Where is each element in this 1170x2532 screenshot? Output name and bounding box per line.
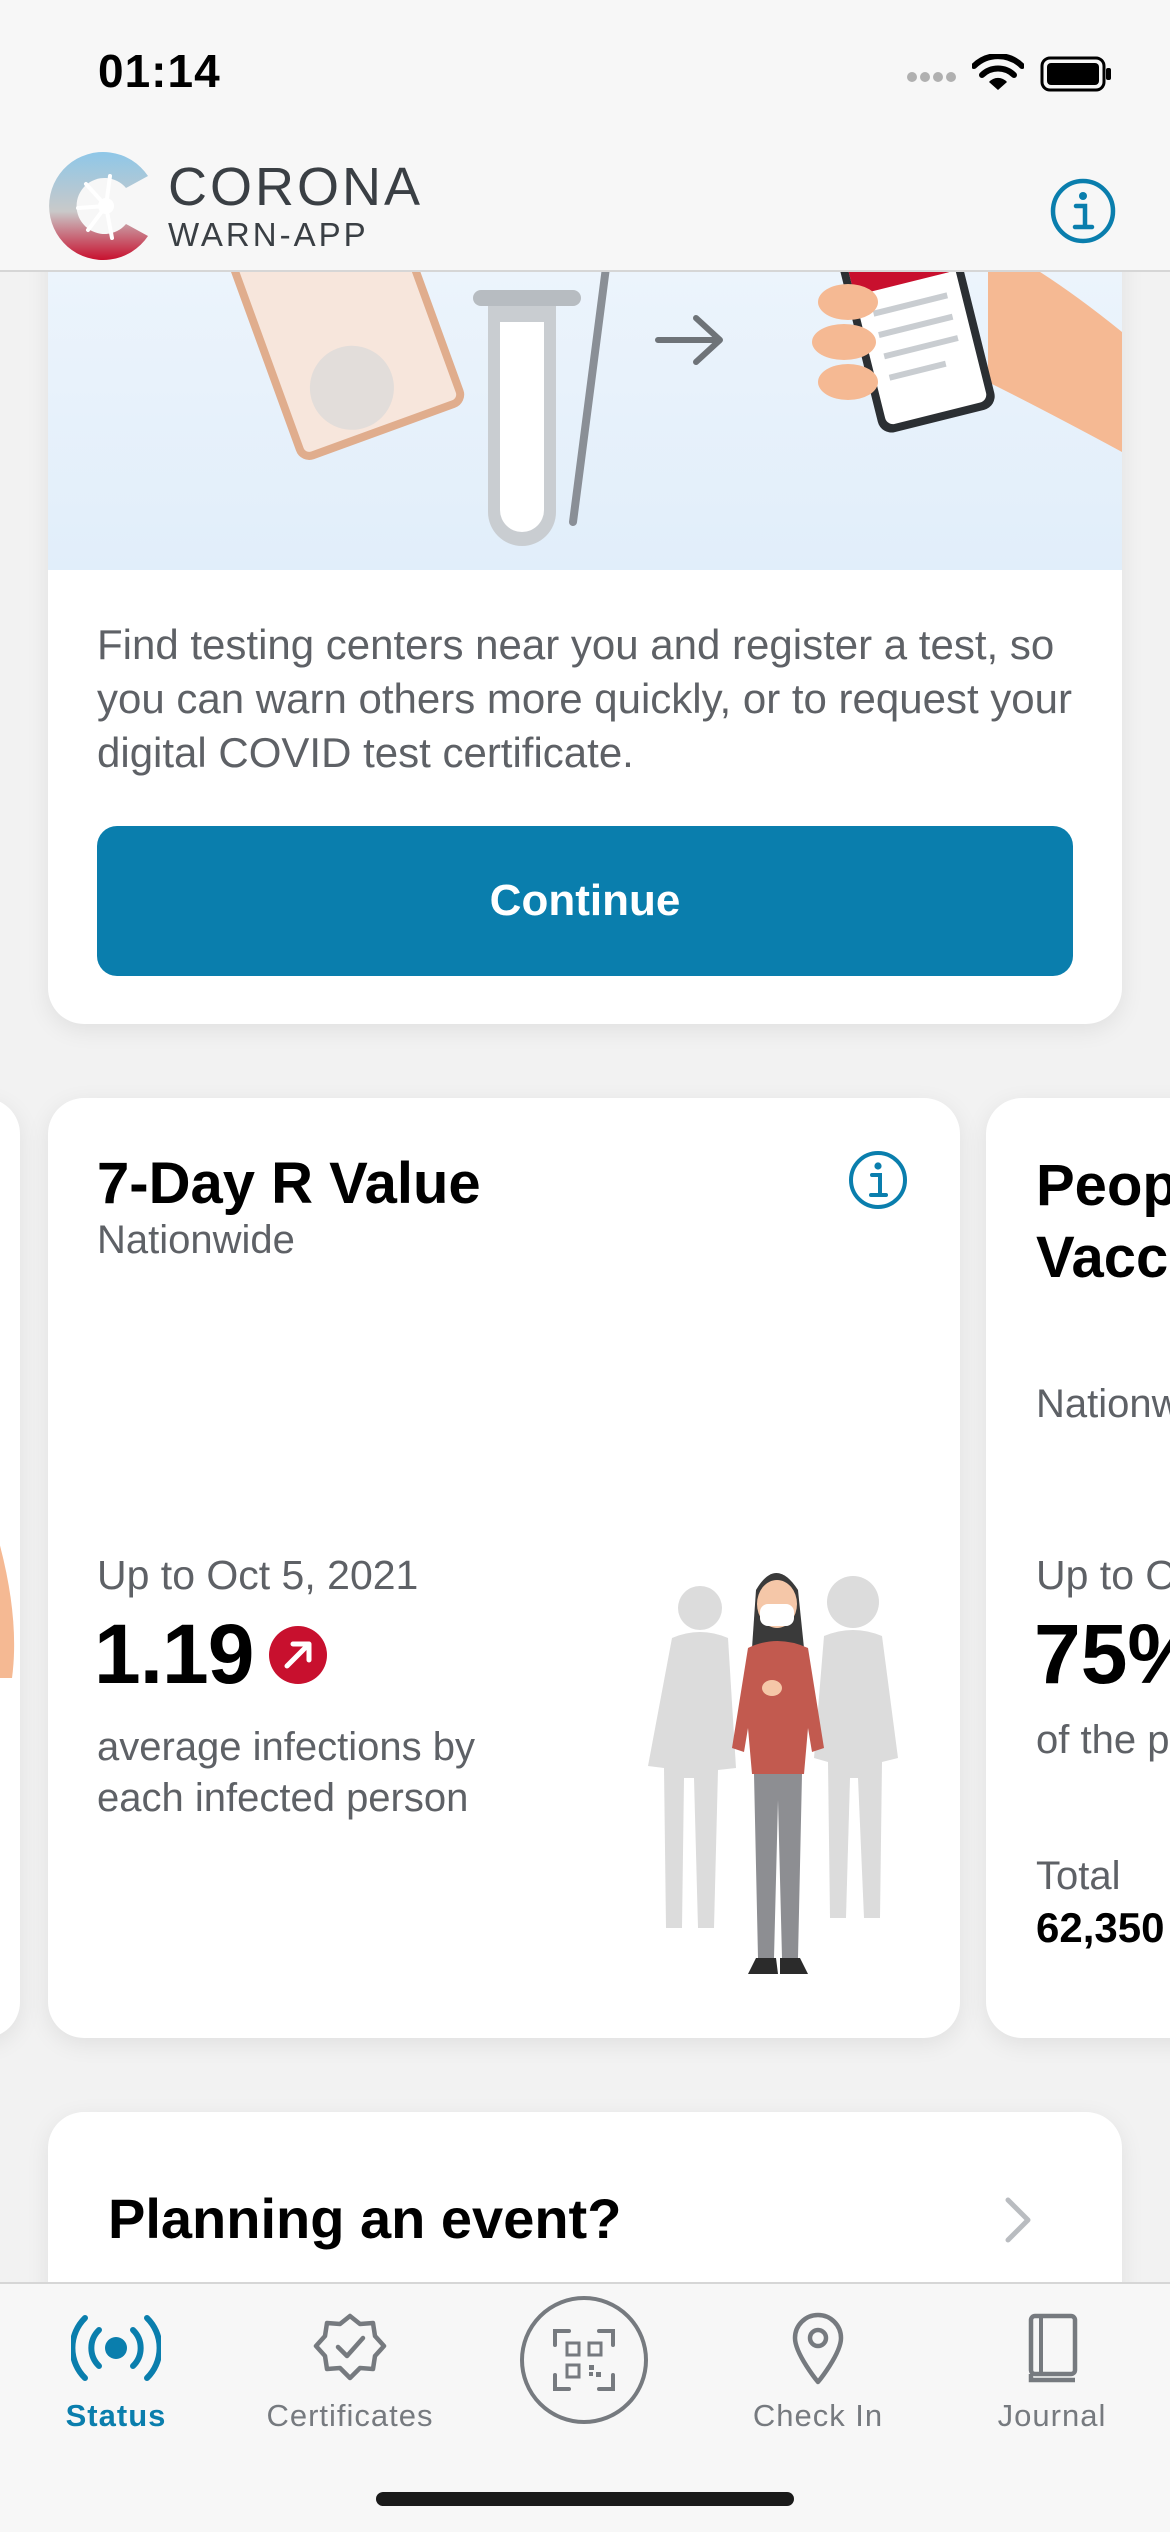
vaccination-value: 75%: [1034, 1607, 1170, 1701]
r-value-date: Up to Oct 5, 2021: [97, 1552, 419, 1598]
app-title: CORONA: [168, 157, 424, 217]
vaccination-statistics-card[interactable]: People Received Vaccination Nationwide U…: [986, 1098, 1170, 2038]
qr-scan-icon: [553, 2329, 615, 2391]
app-subtitle: WARN-APP: [168, 216, 369, 253]
tab-check-in[interactable]: Check In: [718, 2306, 918, 2456]
vaccination-date: Up to O: [1036, 1552, 1170, 1598]
nav-header: CORONA WARN-APP: [0, 140, 1170, 272]
tab-certificates[interactable]: Certificates: [250, 2306, 450, 2456]
test-kit-illustration-icon: [226, 272, 1122, 546]
tab-certificates-label: Certificates: [266, 2398, 434, 2433]
test-illustration: [48, 272, 1122, 570]
test-card-description: Find testing centers near you and regist…: [97, 621, 1073, 776]
book-icon: [1028, 2313, 1078, 2383]
tab-status[interactable]: Status: [16, 2306, 216, 2456]
test-registration-card: Find testing centers near you and regist…: [48, 272, 1122, 1024]
location-pin-icon: [792, 2312, 844, 2385]
tab-check-in-label: Check In: [752, 2398, 884, 2433]
planning-event-card[interactable]: Planning an event?: [48, 2112, 1122, 2282]
corona-warn-app-logo-icon: [49, 152, 149, 260]
home-indicator: [376, 2492, 794, 2506]
r-value-description: average infections by each infected pers…: [97, 1725, 476, 1820]
home-scroll-content[interactable]: Find testing centers near you and regist…: [0, 272, 1170, 2282]
tab-status-label: Status: [65, 2398, 167, 2433]
wifi-icon: [972, 54, 1024, 90]
vaccination-total-label: Total: [1036, 1854, 1121, 1898]
trend-up-icon: [269, 1626, 327, 1684]
r-value-card[interactable]: 7-Day R Value Nationwide Up to Oct 5, 20…: [48, 1098, 960, 2038]
statistics-illustration-icon: [0, 1545, 15, 1678]
r-value-subtitle: Nationwide: [97, 1218, 295, 1262]
continue-button[interactable]: Continue: [97, 826, 1073, 976]
qr-scan-button[interactable]: [520, 2296, 648, 2424]
r-value-number: 1.19: [94, 1607, 254, 1701]
vaccination-title: People Received Vaccination: [1036, 1153, 1170, 1290]
status-bar: 01:14: [0, 0, 1170, 140]
broadcast-icon: [71, 2315, 161, 2381]
event-card-title: Planning an event?: [108, 2187, 622, 2250]
info-icon[interactable]: [1048, 176, 1118, 246]
vaccination-description: of the p: [1036, 1718, 1170, 1762]
r-value-title: 7-Day R Value: [97, 1151, 481, 1216]
cellular-signal-icon: [907, 72, 956, 82]
vaccination-subtitle: Nationwide: [1036, 1382, 1170, 1426]
people-illustration-icon: [648, 1573, 898, 1974]
vaccination-total-value: 62,350: [1036, 1904, 1165, 1951]
tab-journal-label: Journal: [997, 2398, 1107, 2433]
previous-statistics-card[interactable]: [0, 1098, 20, 2038]
chevron-right-icon: [1005, 2197, 1031, 2243]
tab-journal[interactable]: Journal: [952, 2306, 1152, 2456]
info-icon[interactable]: [846, 1148, 910, 1212]
status-time: 01:14: [98, 45, 221, 97]
certificate-badge-icon: [313, 2313, 387, 2381]
battery-icon: [1040, 56, 1111, 92]
